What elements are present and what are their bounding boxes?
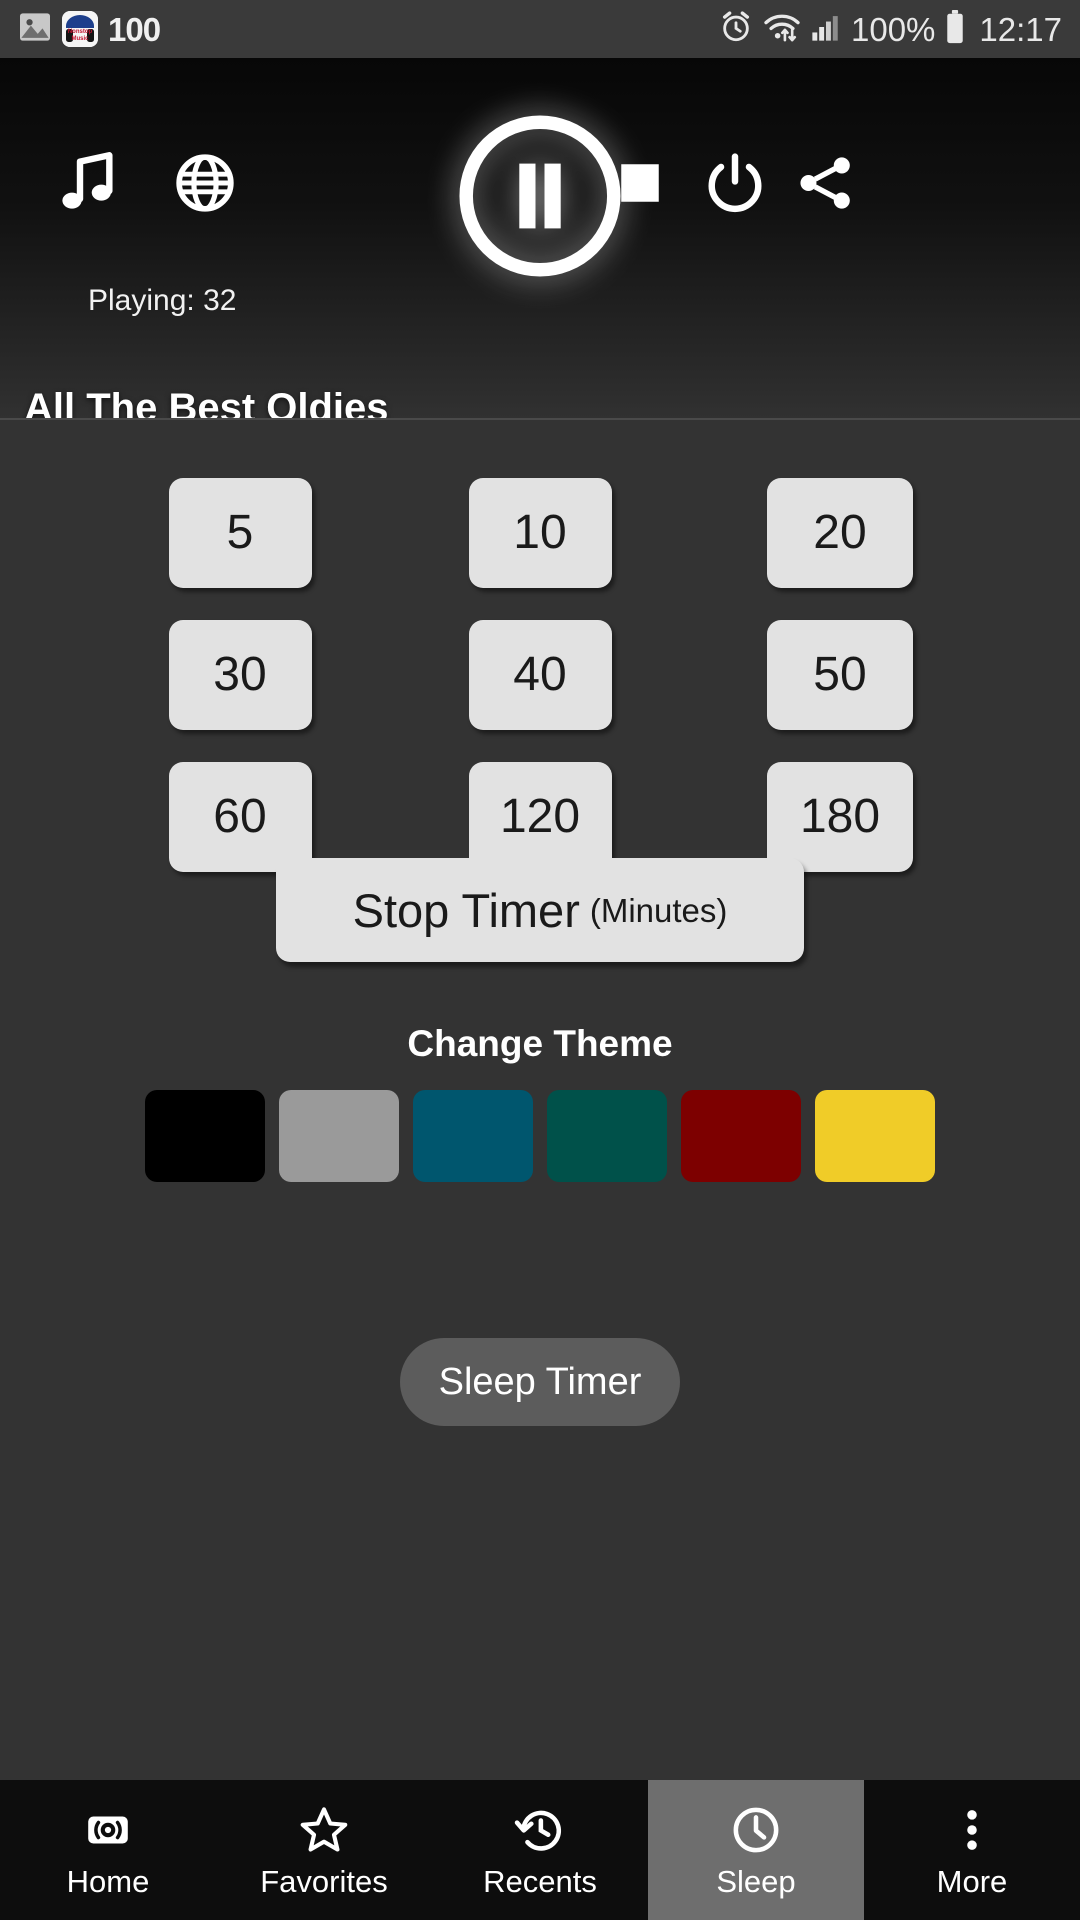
timer-preset-button[interactable]: 20 [767, 478, 913, 588]
svg-text:Nonstop: Nonstop [68, 29, 93, 35]
timer-preset-button[interactable]: 120 [468, 762, 612, 872]
nav-label: More [936, 1863, 1008, 1899]
nav-label: Home [66, 1863, 150, 1899]
timer-presets-grid: 5 10 20 30 40 50 60 120 180 [0, 478, 1080, 904]
timer-preset-button[interactable]: 5 [168, 478, 312, 588]
player-controls [0, 58, 1080, 288]
stop-timer-label: Stop Timer [352, 883, 580, 937]
globe-icon[interactable] [165, 143, 245, 223]
player-header: Playing: 32 All The Best Oldies [0, 58, 1080, 428]
sleep-timer-pill-button[interactable]: Sleep Timer [400, 1338, 680, 1426]
stop-timer-unit: (Minutes) [589, 891, 728, 929]
nav-item-recents[interactable]: Recents [432, 1780, 648, 1920]
nav-label: Sleep [716, 1863, 796, 1899]
nav-item-more[interactable]: More [864, 1780, 1080, 1920]
nav-label: Recents [483, 1863, 597, 1899]
timer-preset-button[interactable]: 40 [468, 620, 612, 730]
image-icon [18, 12, 52, 47]
power-icon[interactable] [695, 143, 775, 223]
sleep-timer-panel: 5 10 20 30 40 50 60 120 180 Stop Timer (… [0, 420, 1080, 1780]
timer-preset-button[interactable]: 50 [767, 620, 913, 730]
star-icon [298, 1804, 350, 1856]
share-icon[interactable] [785, 143, 865, 223]
status-bar-left: Nonstop Music 100 [18, 10, 161, 48]
history-icon [514, 1804, 566, 1856]
theme-swatch-green[interactable] [547, 1090, 667, 1182]
svg-text:Music: Music [71, 36, 89, 42]
nonstop-music-app-icon: Nonstop Music [62, 11, 98, 47]
stop-icon[interactable] [600, 143, 680, 223]
theme-swatch-yellow[interactable] [815, 1090, 935, 1182]
playing-count-label: Playing: 32 [88, 284, 237, 317]
music-note-icon[interactable] [48, 143, 128, 223]
clock-icon [730, 1804, 782, 1856]
alarm-icon [719, 10, 753, 49]
stop-timer-button[interactable]: Stop Timer (Minutes) [276, 858, 804, 962]
theme-swatch-red[interactable] [681, 1090, 801, 1182]
timer-preset-button[interactable]: 30 [168, 620, 312, 730]
theme-swatch-blue[interactable] [413, 1090, 533, 1182]
wifi-icon [763, 11, 801, 48]
theme-swatch-gray[interactable] [279, 1090, 399, 1182]
timer-row: 60 120 180 [0, 762, 1080, 872]
timer-row: 5 10 20 [0, 478, 1080, 588]
theme-swatch-list [0, 1090, 1080, 1182]
status-bar: Nonstop Music 100 100% 12:17 [0, 0, 1080, 58]
timer-preset-button[interactable]: 10 [468, 478, 612, 588]
battery-percent: 100% [851, 10, 936, 48]
radio-icon [83, 1804, 133, 1856]
status-bar-right: 100% 12:17 [719, 9, 1062, 49]
battery-icon [945, 9, 965, 49]
nav-item-favorites[interactable]: Favorites [216, 1780, 432, 1920]
timer-row: 30 40 50 [0, 620, 1080, 730]
notification-count: 100 [108, 10, 161, 48]
nav-label: Favorites [260, 1863, 388, 1899]
app-screen: Nonstop Music 100 100% 12:17 Playing: 32… [0, 0, 1080, 1920]
signal-icon [811, 12, 841, 47]
clock-time: 12:17 [979, 10, 1062, 48]
nav-item-sleep[interactable]: Sleep [648, 1780, 864, 1920]
timer-preset-button[interactable]: 60 [168, 762, 312, 872]
overflow-menu-icon [946, 1804, 998, 1856]
change-theme-label: Change Theme [407, 1023, 673, 1064]
theme-swatch-black[interactable] [145, 1090, 265, 1182]
bottom-navigation: Home Favorites Recents Sleep More [0, 1780, 1080, 1920]
timer-preset-button[interactable]: 180 [767, 762, 913, 872]
nav-item-home[interactable]: Home [0, 1780, 216, 1920]
